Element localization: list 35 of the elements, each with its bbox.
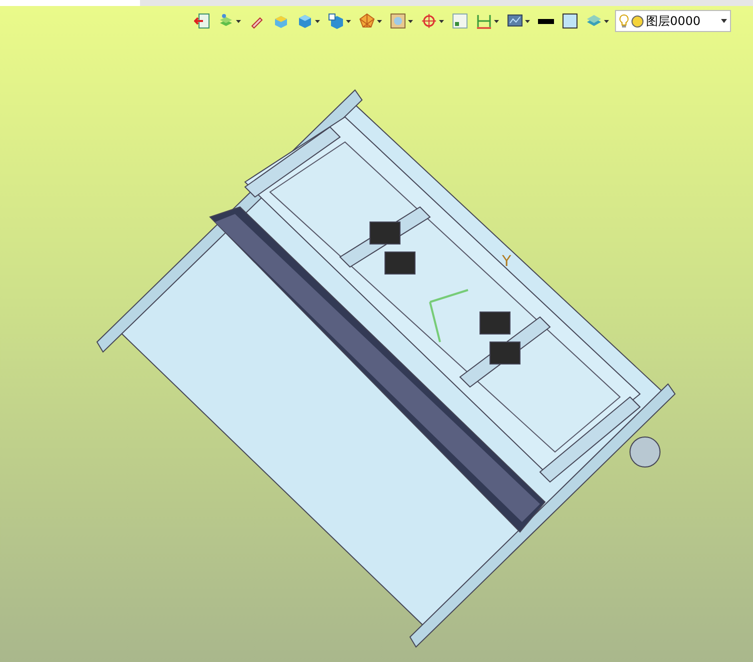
- caret-icon: [604, 20, 609, 22]
- dimension-icon: [476, 13, 492, 29]
- frame-icon: [390, 13, 406, 29]
- fill-color-icon: [562, 13, 578, 29]
- exit-tool-button[interactable]: [192, 11, 212, 31]
- caret-icon: [315, 20, 320, 22]
- layer-dropdown[interactable]: 图层0000: [615, 10, 731, 32]
- caret-icon: [408, 20, 413, 22]
- cube-view-tool-button[interactable]: [326, 11, 353, 31]
- target-tool-button[interactable]: [419, 11, 446, 31]
- polygon-icon: [359, 13, 375, 29]
- layer-name: 图层0000: [646, 12, 701, 30]
- fill-color-tool-button[interactable]: [560, 11, 580, 31]
- caret-icon: [377, 20, 382, 22]
- caret-icon: [439, 20, 444, 22]
- caret-icon: [525, 20, 530, 22]
- cube-icon: [297, 13, 313, 29]
- axis-label: Y: [502, 252, 512, 270]
- caret-icon: [236, 20, 241, 22]
- box-top-icon: [273, 13, 289, 29]
- frame-tool-button[interactable]: [388, 11, 415, 31]
- circle-icon: [631, 14, 644, 28]
- cube-view-icon: [328, 13, 344, 29]
- 3d-viewport[interactable]: 图层0000 Y: [0, 6, 753, 662]
- layers-icon: [218, 13, 234, 29]
- target-icon: [421, 13, 437, 29]
- window-icon: [452, 13, 468, 29]
- monitor-icon: [507, 13, 523, 29]
- lightbulb-icon: [619, 14, 629, 28]
- stack-icon: [586, 13, 602, 29]
- window-tool-button[interactable]: [450, 11, 470, 31]
- caret-icon: [721, 19, 727, 23]
- caret-icon: [494, 20, 499, 22]
- caret-icon: [346, 20, 351, 22]
- exit-icon: [194, 13, 210, 29]
